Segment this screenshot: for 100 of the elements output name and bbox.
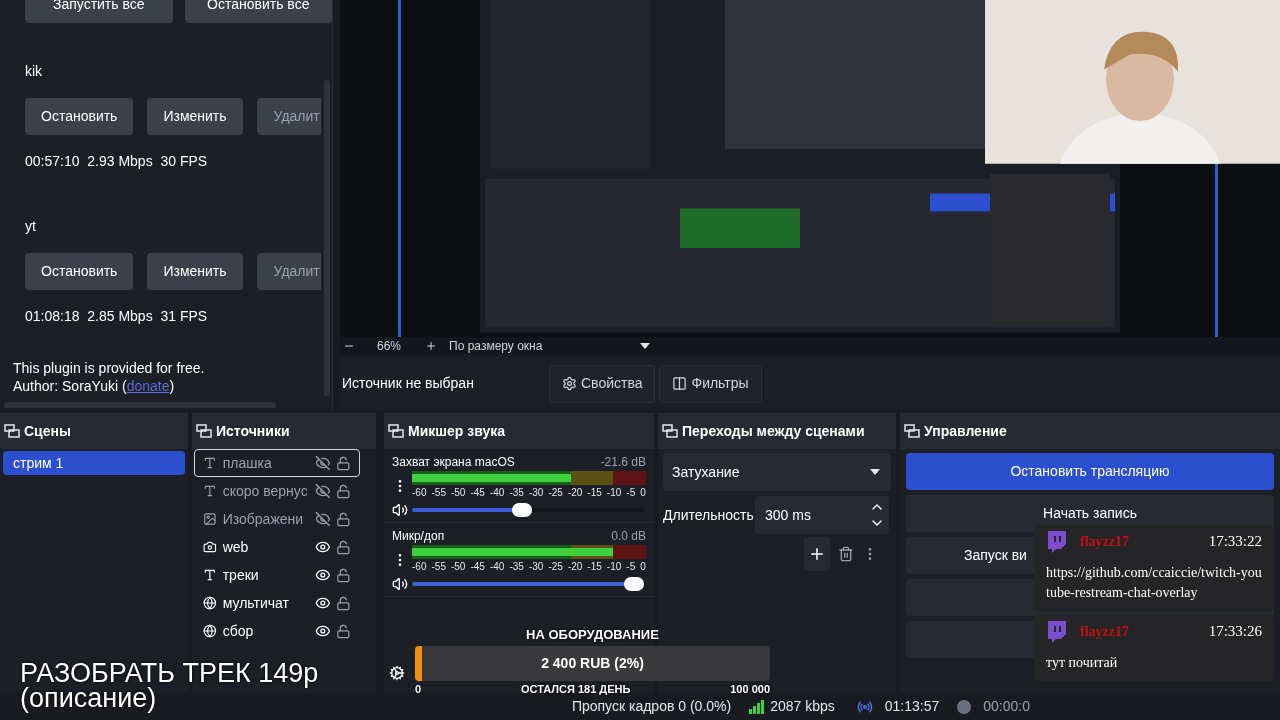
lock-icon[interactable]: [336, 623, 351, 639]
action-button[interactable]: Изменить: [147, 98, 243, 135]
source-type-icon: [203, 568, 217, 582]
source-item[interactable]: плашка: [194, 449, 360, 477]
scale-label: -20: [567, 486, 583, 500]
lock-icon[interactable]: [336, 567, 351, 583]
control-button[interactable]: Остановить трансляцию: [906, 453, 1274, 490]
eye-icon[interactable]: [314, 567, 331, 583]
scale-label: -60: [412, 486, 427, 500]
lock-icon[interactable]: [336, 483, 351, 499]
dropdown-caret-icon[interactable]: [640, 342, 651, 349]
eye-icon[interactable]: [314, 623, 331, 639]
source-item[interactable]: Изображени: [194, 505, 360, 533]
overlay-title: РАЗОБРАТЬ ТРЕК 149р: [20, 660, 319, 687]
eye-off-icon[interactable]: [314, 455, 331, 471]
channel-reading: 0.0 dB: [611, 528, 646, 545]
scale-label: -15: [587, 486, 602, 500]
chat-text: https://github.com/ccaiccie/twitch-youtube-restream-chat-overlay: [1046, 564, 1262, 602]
lock-icon[interactable]: [336, 511, 351, 527]
undock-icon[interactable]: [388, 424, 404, 438]
plus-icon: [808, 545, 826, 563]
source-name: скоро вернус: [222, 481, 309, 501]
goal-remaining: ОСТАЛСЯ 181 ДЕНЬ: [521, 681, 631, 697]
scene-item[interactable]: стрим 1: [3, 451, 185, 475]
dock-title: Переходы между сценами: [682, 421, 865, 441]
scale-label: -60: [412, 560, 427, 574]
source-type-icon: [203, 456, 217, 470]
volume-thumb[interactable]: [624, 577, 644, 591]
scale-label: -45: [470, 560, 485, 574]
transition-select[interactable]: Затухание: [663, 453, 891, 491]
dock-title: Источники: [216, 421, 290, 441]
scale-label: -55: [431, 560, 446, 574]
source-name: мультичат: [222, 593, 290, 613]
action-button[interactable]: Остановить: [25, 253, 134, 290]
undock-icon[interactable]: [904, 424, 920, 438]
scale-label: -35: [509, 486, 524, 500]
action-button[interactable]: Изменить: [147, 253, 243, 290]
source-item[interactable]: скоро вернус: [194, 477, 360, 505]
eye-off-icon[interactable]: [314, 511, 331, 527]
action-button[interactable]: Остановить: [25, 98, 134, 135]
source-item[interactable]: сбор: [194, 617, 360, 645]
toolbar-button[interactable]: Свойства: [549, 364, 656, 403]
source-name: треки: [222, 565, 260, 585]
scale-label: -30: [528, 560, 544, 574]
goal-amount: 2 400 RUB (2%): [541, 653, 644, 673]
undock-icon[interactable]: [4, 424, 20, 438]
source-item[interactable]: web: [194, 533, 360, 561]
plugin-note: This plugin is provided for free.: [13, 359, 206, 377]
dock-title: Сцены: [24, 421, 71, 441]
source-type-icon: [203, 596, 217, 610]
settings-icon[interactable]: [389, 665, 405, 681]
chat-text: тут почитай: [1046, 654, 1119, 672]
volume-icon[interactable]: [392, 502, 408, 518]
eye-icon[interactable]: [314, 539, 331, 555]
undock-icon[interactable]: [662, 424, 678, 438]
toolbar-button[interactable]: Фильтры: [659, 364, 762, 403]
source-name: Изображени: [222, 509, 305, 529]
source-item[interactable]: треки: [194, 561, 360, 589]
add-button[interactable]: [804, 537, 830, 571]
signal-icon: [749, 699, 766, 714]
trash-icon[interactable]: [838, 546, 854, 562]
scale-label: -55: [431, 486, 446, 500]
channel-name: Захват экрана macOS: [392, 454, 515, 471]
scale-label: 0: [640, 560, 646, 574]
action-button[interactable]: Запустить все: [25, 0, 173, 23]
eye-icon[interactable]: [314, 595, 331, 611]
scale-label: -30: [528, 486, 544, 500]
duration-label: Длительность: [663, 505, 755, 525]
goal-min: 0: [415, 681, 422, 697]
undock-icon[interactable]: [196, 424, 212, 438]
scale-label: -15: [587, 560, 602, 574]
lock-icon[interactable]: [336, 595, 351, 611]
scale-label: -25: [548, 560, 563, 574]
zoom-value: 66%: [377, 337, 402, 355]
scale-label: -20: [567, 560, 583, 574]
chat-platform-icon: [1046, 529, 1068, 553]
volume-icon[interactable]: [392, 576, 408, 592]
action-button[interactable]: Остановить все: [184, 0, 332, 23]
scale-label: 0: [640, 486, 646, 500]
lock-icon[interactable]: [336, 455, 351, 471]
fit-option[interactable]: По размеру окна: [449, 336, 543, 355]
channel-name: Микр/доп: [392, 528, 445, 545]
lock-icon[interactable]: [336, 539, 351, 555]
dock-title: Микшер звука: [408, 421, 505, 441]
zoom-in-icon[interactable]: [425, 339, 438, 352]
volume-thumb[interactable]: [511, 503, 532, 517]
scale-label: -10: [606, 560, 622, 574]
stream-stats: 01:08:18 2.85 Mbps 31 FPS: [25, 307, 209, 326]
duration-field[interactable]: 300 ms: [755, 496, 889, 534]
source-type-icon: [203, 484, 217, 498]
target-name: kik: [25, 62, 44, 81]
dropdown-caret-icon: [870, 469, 880, 475]
source-item[interactable]: мультичат: [194, 589, 360, 617]
source-name: сбор: [222, 621, 255, 641]
filter-icon: [672, 376, 688, 392]
eye-off-icon[interactable]: [314, 483, 331, 499]
source-type-icon: [203, 624, 217, 638]
scale-label: -40: [489, 486, 505, 500]
dropped-frames: Пропуск кадров 0 (0.0%): [571, 696, 732, 717]
scale-label: -35: [509, 560, 524, 574]
